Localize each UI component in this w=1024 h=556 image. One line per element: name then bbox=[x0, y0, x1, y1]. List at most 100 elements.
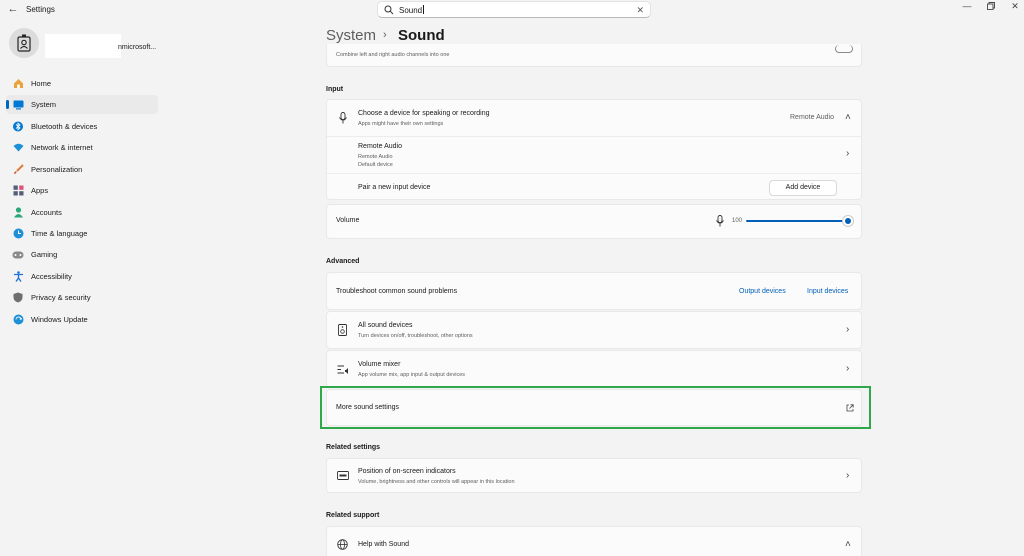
update-icon bbox=[12, 314, 24, 326]
sidebar-item-accounts[interactable]: Accounts bbox=[6, 203, 158, 222]
sidebar-item-label: Privacy & security bbox=[31, 293, 91, 302]
active-indicator bbox=[6, 100, 9, 109]
sidebar-item-windows-update[interactable]: Windows Update bbox=[6, 310, 158, 329]
osd-position-icon bbox=[337, 471, 349, 480]
mono-audio-card: Combine left and right audio channels in… bbox=[326, 44, 862, 67]
gamepad-icon bbox=[12, 249, 24, 261]
output-devices-link[interactable]: Output devices bbox=[739, 288, 786, 295]
related-settings-heading: Related settings bbox=[326, 444, 381, 451]
sidebar-item-label: Network & internet bbox=[31, 143, 93, 152]
osd-subtitle: Volume, brightness and other controls wi… bbox=[358, 479, 515, 485]
sidebar-item-home[interactable]: Home bbox=[6, 74, 158, 93]
chevron-up-icon[interactable]: ˄ bbox=[845, 113, 851, 123]
sidebar-item-label: System bbox=[31, 100, 57, 109]
chevron-up-icon[interactable]: ˄ bbox=[845, 540, 851, 550]
globe-icon bbox=[337, 539, 348, 550]
sidebar-item-personalization[interactable]: Personalization bbox=[6, 160, 158, 179]
page-title: Sound bbox=[398, 27, 445, 44]
all-sound-devices-subtitle: Turn devices on/off, troubleshoot, other… bbox=[358, 333, 473, 339]
sidebar-item-gaming[interactable]: Gaming bbox=[6, 245, 158, 264]
chevron-right-icon: › bbox=[846, 324, 850, 335]
brush-icon bbox=[12, 164, 24, 176]
user-badge-icon bbox=[17, 34, 31, 52]
mixer-icon bbox=[337, 365, 348, 374]
apps-icon bbox=[12, 185, 24, 197]
sidebar-item-label: Gaming bbox=[31, 250, 58, 259]
volume-mixer-subtitle: App volume mix, app input & output devic… bbox=[358, 372, 466, 378]
selected-input-device[interactable]: Remote Audio bbox=[790, 114, 834, 121]
on-screen-indicators-row[interactable]: Position of on-screen indicators Volume,… bbox=[326, 458, 862, 493]
bluetooth-icon bbox=[12, 121, 24, 133]
clear-search-icon[interactable]: ✕ bbox=[636, 4, 644, 16]
sidebar-item-label: Accessibility bbox=[31, 272, 72, 281]
sidebar-item-label: Windows Update bbox=[31, 315, 88, 324]
sidebar-item-time-language[interactable]: Time & language bbox=[6, 224, 158, 243]
shield-icon bbox=[12, 292, 24, 304]
advanced-heading: Advanced bbox=[326, 258, 360, 265]
input-heading: Input bbox=[326, 86, 344, 93]
sidebar-item-label: Personalization bbox=[31, 165, 83, 174]
chevron-right-icon: › bbox=[846, 363, 850, 374]
osd-title: Position of on-screen indicators bbox=[358, 468, 456, 475]
home-icon bbox=[12, 78, 24, 90]
input-devices-link[interactable]: Input devices bbox=[807, 288, 848, 295]
help-with-sound-title: Help with Sound bbox=[358, 541, 409, 548]
breadcrumb-parent[interactable]: System bbox=[326, 27, 376, 44]
volume-value: 100 bbox=[732, 218, 743, 224]
device-line-2: Default device bbox=[358, 162, 393, 168]
device-name: Remote Audio bbox=[358, 143, 402, 150]
sidebar-item-bluetooth[interactable]: Bluetooth & devices bbox=[6, 117, 158, 136]
globe-clock-icon bbox=[12, 228, 24, 240]
monitor-icon bbox=[12, 99, 24, 111]
remote-audio-device-row[interactable]: Remote Audio Remote Audio Default device… bbox=[327, 137, 861, 173]
close-icon[interactable]: ✕ bbox=[1000, 0, 1024, 12]
mono-audio-subtitle: Combine left and right audio channels in… bbox=[336, 52, 450, 58]
volume-mixer-title: Volume mixer bbox=[358, 361, 401, 368]
back-button[interactable]: ← bbox=[6, 2, 20, 16]
wifi-icon bbox=[12, 142, 24, 154]
troubleshoot-title: Troubleshoot common sound problems bbox=[336, 288, 458, 295]
person-icon bbox=[12, 207, 24, 219]
breadcrumb-separator: › bbox=[383, 29, 387, 41]
choose-input-device-row[interactable]: Choose a device for speaking or recordin… bbox=[327, 100, 861, 136]
avatar[interactable] bbox=[9, 28, 39, 58]
add-device-button[interactable]: Add device bbox=[769, 180, 837, 196]
search-input[interactable]: Sound bbox=[399, 5, 424, 15]
volume-mixer-row[interactable]: Volume mixer App volume mix, app input &… bbox=[326, 350, 862, 388]
device-line-1: Remote Audio bbox=[358, 154, 393, 160]
sidebar-item-label: Bluetooth & devices bbox=[31, 122, 98, 131]
pair-input-device-label: Pair a new input device bbox=[358, 184, 431, 191]
search-icon bbox=[384, 5, 394, 15]
sidebar-item-label: Time & language bbox=[31, 229, 88, 238]
choose-device-title: Choose a device for speaking or recordin… bbox=[358, 110, 490, 117]
highlight-box bbox=[320, 386, 871, 429]
volume-label: Volume bbox=[336, 217, 360, 224]
all-sound-devices-title: All sound devices bbox=[358, 322, 413, 329]
help-with-sound-row[interactable]: Help with Sound ˄ bbox=[326, 526, 862, 556]
sidebar-item-label: Apps bbox=[31, 186, 49, 195]
sidebar-item-label: Accounts bbox=[31, 208, 62, 217]
troubleshoot-card: Troubleshoot common sound problems Outpu… bbox=[326, 272, 862, 310]
mono-audio-toggle[interactable] bbox=[835, 45, 853, 53]
chevron-right-icon: › bbox=[846, 148, 850, 159]
search-box[interactable]: Sound ✕ bbox=[377, 1, 651, 18]
accessibility-icon bbox=[12, 271, 24, 283]
sidebar-item-accessibility[interactable]: Accessibility bbox=[6, 267, 158, 286]
volume-slider-track[interactable] bbox=[746, 220, 848, 222]
choose-device-subtitle: Apps might have their own settings bbox=[358, 121, 444, 127]
account-name-redacted bbox=[45, 34, 121, 58]
account-email: nmicrosoft... bbox=[118, 44, 157, 51]
sidebar-item-privacy[interactable]: Privacy & security bbox=[6, 288, 158, 307]
sidebar-item-label: Home bbox=[31, 79, 52, 88]
chevron-right-icon: › bbox=[846, 470, 850, 481]
app-title: Settings bbox=[26, 5, 55, 14]
microphone-icon bbox=[339, 112, 347, 124]
sidebar-item-network[interactable]: Network & internet bbox=[6, 138, 158, 157]
microphone-icon[interactable] bbox=[716, 215, 724, 227]
sidebar-item-system[interactable]: System bbox=[6, 95, 158, 114]
all-sound-devices-row[interactable]: All sound devices Turn devices on/off, t… bbox=[326, 311, 862, 349]
speaker-device-icon bbox=[338, 324, 347, 336]
related-support-heading: Related support bbox=[326, 512, 380, 519]
sidebar-item-apps[interactable]: Apps bbox=[6, 181, 158, 200]
volume-slider-thumb[interactable] bbox=[845, 218, 851, 224]
